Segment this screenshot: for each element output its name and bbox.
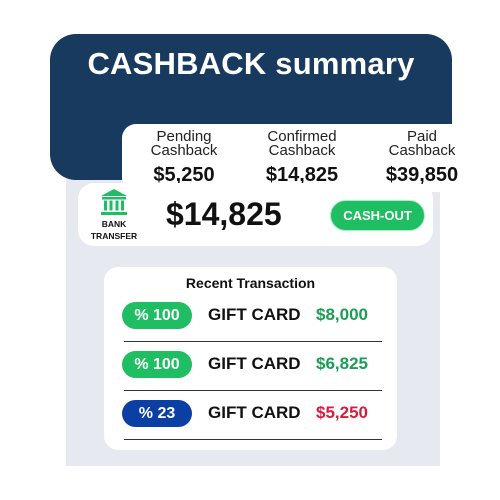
transaction-row[interactable]: % 100 GIFT CARD $8,000: [104, 292, 397, 342]
stat-paid: Paid Cashback $39,850: [362, 129, 482, 187]
transaction-row[interactable]: % 100 GIFT CARD $6,825: [104, 341, 397, 391]
stat-label: Cashback: [268, 142, 336, 159]
transaction-row[interactable]: % 23 GIFT CARD $5,250: [104, 390, 397, 440]
cashback-stats: Pending Cashback $5,250 Confirmed Cashba…: [122, 124, 484, 192]
transaction-name: GIFT CARD: [208, 403, 301, 422]
bank-label: BANK: [101, 219, 127, 229]
transaction-amount: $8,000: [316, 305, 368, 324]
cashback-summary-header: CASHBACK summary Pending Cashback $5,250…: [50, 34, 484, 192]
stat-confirmed: Confirmed Cashback $14,825: [242, 129, 362, 187]
transaction-amount: $5,250: [316, 403, 368, 422]
transaction-name: GIFT CARD: [208, 354, 301, 373]
stat-label: Cashback: [150, 142, 218, 159]
stat-label: Cashback: [388, 142, 456, 159]
bank-building-icon: [101, 189, 127, 215]
balance-card: BANK TRANSFER $14,825 CASH-OUT: [78, 183, 433, 246]
page-title: CASHBACK summary: [87, 46, 415, 81]
cashback-percent-badge: % 100: [122, 351, 192, 378]
transaction-name: GIFT CARD: [208, 305, 301, 324]
transaction-amount: $6,825: [316, 354, 368, 373]
cash-out-button[interactable]: CASH-OUT: [330, 200, 425, 231]
stat-pending: Pending Cashback $5,250: [124, 129, 244, 187]
cashback-percent-badge: % 23: [122, 400, 192, 427]
bank-label: TRANSFER: [90, 231, 138, 241]
bank-transfer[interactable]: BANK TRANSFER: [84, 187, 144, 241]
recent-transactions-card: Recent Transaction % 100 GIFT CARD $8,00…: [104, 267, 397, 450]
row-divider: [124, 439, 382, 440]
cashback-percent-badge: % 100: [122, 302, 192, 329]
balance-amount: $14,825: [166, 196, 282, 232]
recent-transactions-title: Recent Transaction: [185, 275, 316, 291]
